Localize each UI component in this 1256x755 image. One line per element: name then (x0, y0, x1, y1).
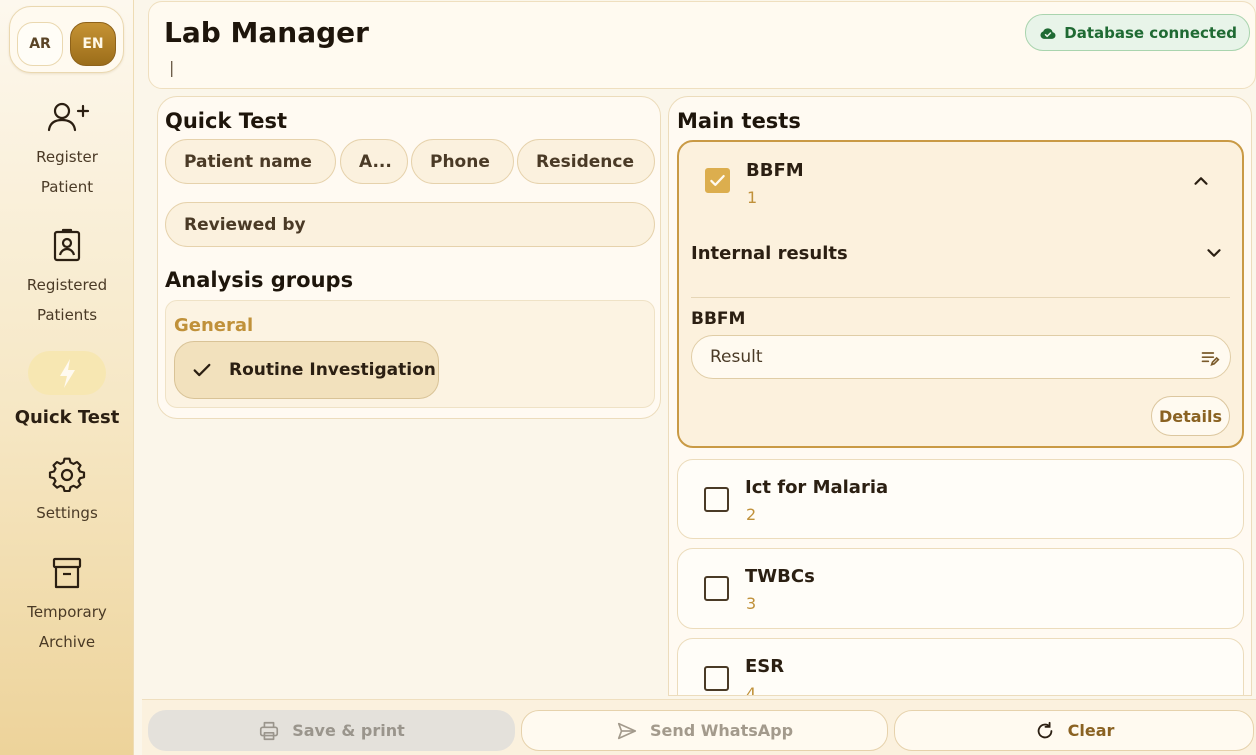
database-status-text: Database connected (1064, 23, 1237, 42)
sidebar-item-registered-patients[interactable]: Registered Patients (0, 226, 134, 330)
check-icon (710, 174, 725, 187)
sidebar: AR EN Register Patient Registered Patien… (0, 0, 134, 755)
analysis-group-general: General Routine Investigation (165, 300, 655, 408)
patient-name-input[interactable]: Patient name (165, 139, 336, 184)
test-number: 4 (746, 684, 757, 696)
details-button[interactable]: Details (1151, 396, 1230, 436)
sidebar-item-quick-test[interactable]: Quick Test (0, 351, 134, 433)
sidebar-item-register-patient[interactable]: Register Patient (0, 98, 134, 202)
chevron-up-icon[interactable] (1190, 170, 1212, 192)
quick-test-title: Quick Test (165, 109, 288, 133)
edit-note-icon[interactable] (1200, 348, 1220, 368)
routine-investigation-chip[interactable]: Routine Investigation (174, 341, 439, 399)
test-name: TWBCs (745, 566, 815, 587)
chip-label: Routine Investigation (229, 360, 436, 380)
test-name: ESR (745, 656, 785, 677)
language-switcher: AR EN (9, 6, 124, 73)
test-number: 3 (746, 594, 757, 613)
age-input[interactable]: A... (340, 139, 408, 184)
sidebar-item-label: Quick Test (14, 407, 120, 428)
action-bar: Save & print Send WhatsApp Clear (142, 699, 1256, 755)
test-checkbox-twbcs[interactable] (704, 576, 729, 601)
test-checkbox-esr[interactable] (704, 666, 729, 691)
app-header: Lab Manager | Database connected (148, 1, 1256, 89)
test-checkbox-bbfm[interactable] (705, 168, 730, 193)
lightning-icon (44, 351, 90, 395)
check-icon (193, 363, 211, 377)
result-placeholder: Result (710, 347, 763, 367)
test-number: 2 (746, 505, 757, 524)
test-name: BBFM (746, 160, 804, 181)
send-whatsapp-button[interactable]: Send WhatsApp (521, 710, 888, 751)
test-card-bbfm: BBFM 1 Internal results BBFM Result Deta… (677, 140, 1244, 448)
main-tests-panel: Main tests BBFM 1 Internal results BBFM … (668, 96, 1252, 696)
sidebar-item-label: Registered Patients (26, 276, 108, 324)
send-whatsapp-label: Send WhatsApp (649, 721, 794, 740)
cloud-check-icon (1040, 27, 1056, 39)
send-icon (617, 722, 637, 739)
language-ar-button[interactable]: AR (17, 22, 63, 66)
database-status-badge: Database connected (1025, 14, 1250, 51)
phone-input[interactable]: Phone (411, 139, 514, 184)
analysis-groups-title: Analysis groups (165, 268, 354, 292)
test-checkbox-ict-for-malaria[interactable] (704, 487, 729, 512)
sidebar-item-label: Register Patient (36, 148, 98, 196)
quick-test-panel: Quick Test Patient name A... Phone Resid… (157, 96, 661, 419)
save-print-label: Save & print (292, 721, 405, 740)
save-print-button[interactable]: Save & print (148, 710, 515, 751)
sidebar-item-label: Temporary Archive (27, 603, 107, 651)
sidebar-item-temporary-archive[interactable]: Temporary Archive (0, 553, 134, 657)
text-caret: | (169, 58, 175, 77)
group-name: General (174, 315, 254, 336)
main-tests-title: Main tests (677, 109, 801, 133)
sidebar-item-settings[interactable]: Settings (0, 456, 134, 528)
result-label: BBFM (691, 309, 746, 329)
chevron-down-icon[interactable] (1203, 242, 1225, 264)
gear-icon (44, 456, 90, 496)
clear-button[interactable]: Clear (894, 710, 1254, 751)
internal-results-toggle[interactable]: Internal results (691, 243, 848, 264)
divider (691, 297, 1230, 298)
refresh-icon (1037, 721, 1052, 738)
add-person-icon (44, 98, 90, 138)
sidebar-item-label: Settings (36, 504, 98, 522)
app-title: Lab Manager (164, 16, 369, 49)
result-input[interactable]: Result (691, 335, 1231, 379)
test-name: Ict for Malaria (745, 477, 889, 498)
language-en-button[interactable]: EN (70, 22, 116, 66)
archive-box-icon (44, 553, 90, 593)
id-badge-icon (44, 226, 90, 266)
test-number: 1 (747, 188, 758, 207)
test-card-ict-for-malaria[interactable]: Ict for Malaria 2 (677, 459, 1244, 539)
printer-icon (260, 721, 279, 740)
test-card-esr[interactable]: ESR 4 (677, 638, 1244, 696)
residence-input[interactable]: Residence (517, 139, 655, 184)
clear-label: Clear (1067, 721, 1115, 740)
reviewed-by-input[interactable]: Reviewed by (165, 202, 655, 247)
active-indicator (28, 351, 106, 395)
test-card-twbcs[interactable]: TWBCs 3 (677, 548, 1244, 629)
